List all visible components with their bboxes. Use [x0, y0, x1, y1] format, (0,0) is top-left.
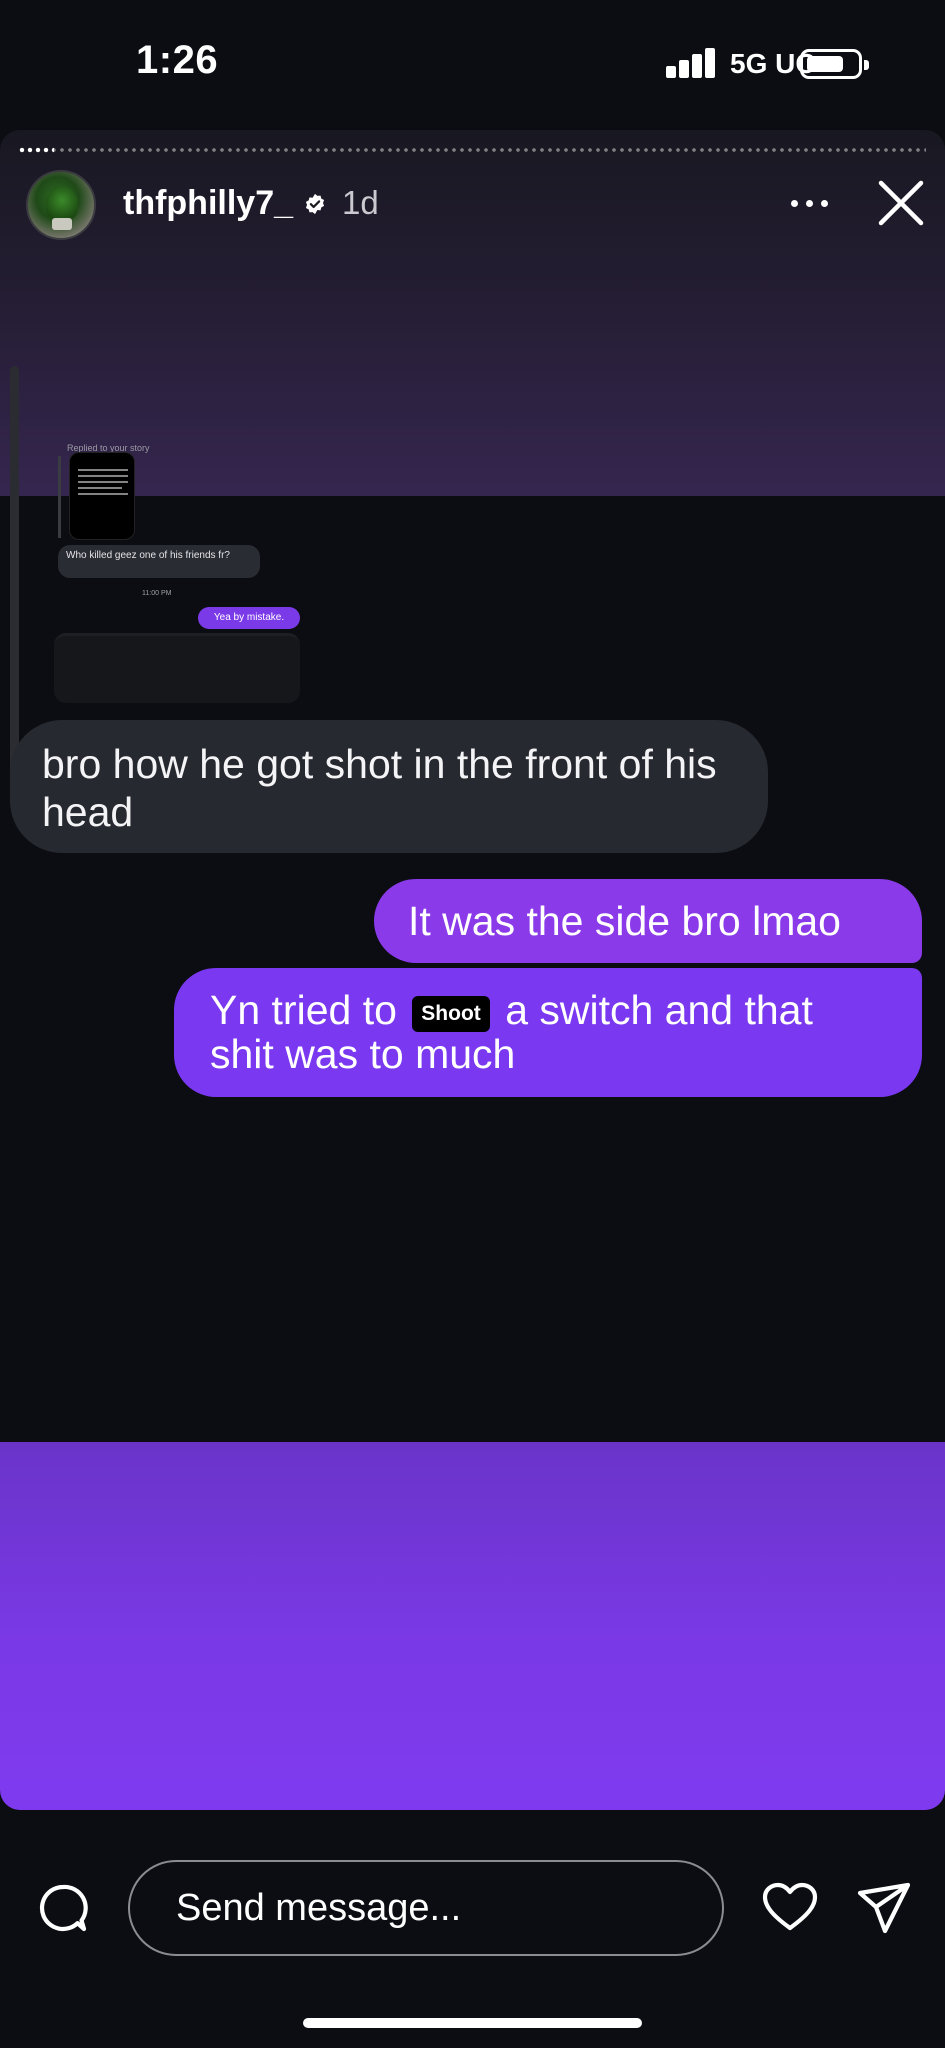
signal-strength-icon — [666, 48, 716, 78]
embedded-reply-rail — [58, 456, 61, 538]
story-background-bottom — [0, 1442, 945, 1810]
embedded-timestamp: 11:00 PM — [142, 590, 172, 597]
outgoing-message-bubble: It was the side bro lmao — [374, 879, 922, 963]
status-time: 1:26 — [136, 38, 219, 82]
heart-icon[interactable] — [762, 1882, 818, 1932]
shoot-sticker: Shoot — [412, 996, 490, 1032]
story-time-ago: 1d — [342, 184, 379, 221]
more-options-icon[interactable] — [791, 198, 831, 210]
chat-bubble-icon[interactable] — [38, 1883, 88, 1933]
battery-icon — [800, 49, 869, 79]
outgoing-message-bubble-with-sticker: Yn tried to Shoot a switch and that shit… — [174, 968, 922, 1097]
send-icon[interactable] — [856, 1880, 912, 1936]
close-icon[interactable] — [876, 178, 926, 228]
message-text-before: Yn tried to — [210, 987, 397, 1033]
story-progress-viewed — [18, 147, 54, 153]
embedded-incoming-message: Who killed geez one of his friends fr? — [58, 545, 260, 578]
home-indicator[interactable] — [303, 2018, 642, 2028]
embedded-outgoing-message: Yea by mistake. — [198, 607, 300, 629]
embedded-input-area — [54, 633, 300, 703]
send-message-input[interactable]: Send message... — [128, 1860, 724, 1956]
avatar[interactable] — [26, 170, 96, 240]
story-progress-bar — [18, 148, 926, 152]
incoming-message-bubble: bro how he got shot in the front of his … — [10, 720, 768, 853]
embedded-screenshot-rail — [10, 366, 19, 786]
embedded-story-thumbnail — [69, 452, 135, 540]
verified-badge-icon — [305, 193, 325, 215]
story-username[interactable]: thfphilly7_ — [123, 184, 293, 223]
